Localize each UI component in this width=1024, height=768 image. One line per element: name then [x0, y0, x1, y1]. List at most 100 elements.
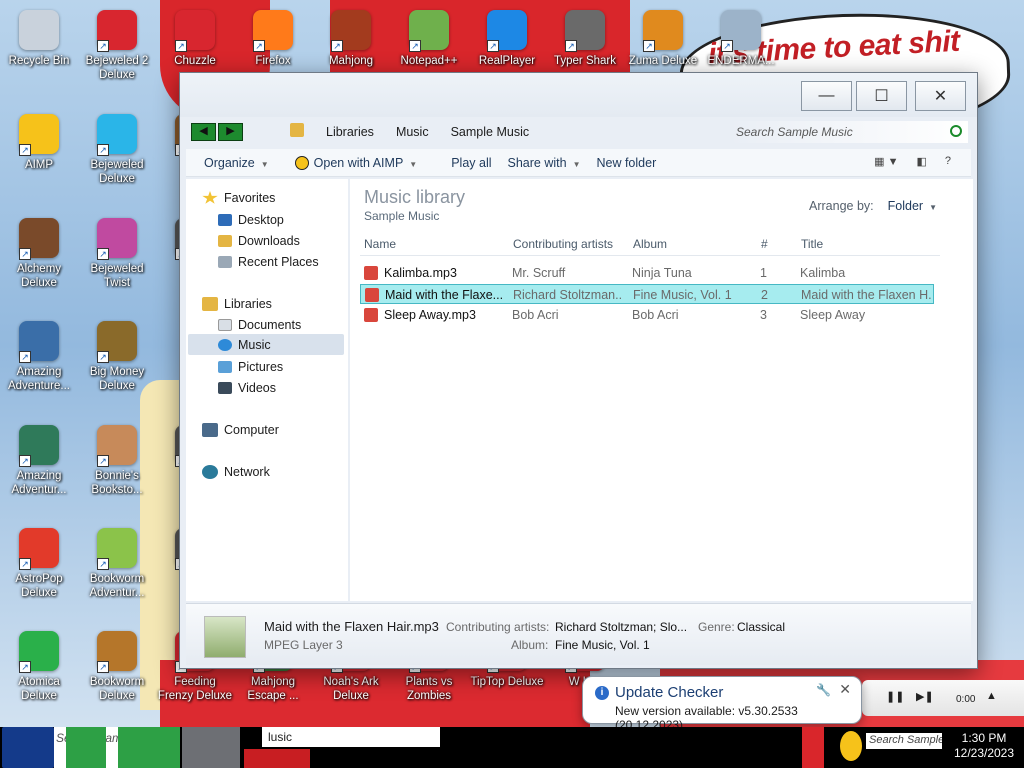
pin-icon[interactable]: 🔧: [816, 683, 831, 697]
tray-search-input[interactable]: Search Sample: [866, 733, 942, 749]
file-row-selected[interactable]: Maid with the Flaxe... Richard Stoltzman…: [360, 284, 934, 304]
cell-title: Kalimba: [800, 266, 846, 280]
nav-pictures[interactable]: Pictures: [218, 360, 283, 374]
breadcrumb-libraries[interactable]: Libraries: [326, 125, 374, 139]
aimp-tray-icon[interactable]: [840, 731, 862, 761]
desktop-icon[interactable]: ↗ Bejeweled Deluxe: [78, 114, 156, 186]
details-album-value[interactable]: Fine Music, Vol. 1: [555, 638, 650, 652]
breadcrumb-sample-music[interactable]: Sample Music: [451, 125, 530, 139]
search-icon[interactable]: [950, 125, 962, 137]
documents-icon: [218, 319, 232, 331]
taskbar-text-input[interactable]: lusic: [262, 727, 440, 747]
details-genre-value[interactable]: Classical: [737, 620, 785, 634]
star-icon: [202, 191, 218, 204]
desktop-icon-label: Chuzzle: [174, 55, 216, 67]
desktop-icon-label: Plants vs Zombies: [405, 676, 453, 702]
pause-icon[interactable]: ❚❚: [886, 690, 904, 703]
popup-close-button[interactable]: ✕: [839, 681, 851, 698]
minimize-button[interactable]: —: [801, 81, 852, 111]
column-header-name[interactable]: Name: [364, 237, 396, 251]
taskbar-app-red[interactable]: [244, 749, 310, 768]
tray-app-icon[interactable]: [802, 727, 824, 768]
organize-menu[interactable]: Organize ▼: [204, 156, 269, 170]
desktop-icon-label: Bookworm Adventur...: [89, 573, 145, 599]
nav-recent-places[interactable]: Recent Places: [218, 255, 319, 269]
column-header-album[interactable]: Album: [633, 237, 667, 251]
popup-title: Update Checker: [615, 684, 724, 701]
desktop-icon[interactable]: ↗ Bookworm Deluxe: [78, 631, 156, 703]
desktop-icon[interactable]: ↗ AstroPop Deluxe: [0, 528, 78, 600]
desktop-icon[interactable]: ↗ Firefox: [234, 10, 312, 68]
libraries-icon: [202, 297, 218, 311]
close-button[interactable]: ✕: [915, 81, 966, 111]
desktop-icon[interactable]: Recycle Bin: [0, 10, 78, 68]
share-with-menu[interactable]: Share with ▼: [508, 156, 581, 170]
forward-button[interactable]: ▶: [218, 123, 243, 141]
details-filetype: MPEG Layer 3: [264, 638, 343, 652]
desktop-icon[interactable]: ↗ Notepad++: [390, 10, 468, 68]
nav-computer[interactable]: Computer: [202, 423, 279, 437]
search-input[interactable]: Search Sample Music: [730, 121, 968, 143]
desktop-icon[interactable]: ↗ RealPlayer: [468, 10, 546, 68]
desktop-icon[interactable]: ↗ Mahjong: [312, 10, 390, 68]
shortcut-icon: ↗: [565, 10, 605, 52]
breadcrumb-music[interactable]: Music: [396, 125, 429, 139]
desktop-icon-label: Mahjong: [328, 55, 374, 67]
open-with-button[interactable]: Open with AIMP ▼: [294, 155, 417, 170]
clock-date: 12/23/2023: [953, 746, 1015, 760]
file-row[interactable]: Kalimba.mp3 Mr. Scruff Ninja Tuna 1 Kali…: [360, 263, 934, 283]
cell-album: Bob Acri: [632, 308, 679, 322]
desktop-icon[interactable]: ↗ ENDERMA...: [702, 10, 780, 68]
desktop-icon[interactable]: ↗ Typer Shark: [546, 10, 624, 68]
system-clock[interactable]: 1:30 PM 12/23/2023: [946, 731, 1022, 761]
nav-libraries[interactable]: Libraries: [202, 297, 272, 311]
desktop-icon[interactable]: ↗ Bejeweled Twist: [78, 218, 156, 290]
desktop-icon[interactable]: ↗ Atomica Deluxe: [0, 631, 78, 703]
desktop-icon[interactable]: ↗ Amazing Adventur...: [0, 425, 78, 497]
preview-pane-icon[interactable]: ◧: [916, 155, 926, 168]
desktop-icon[interactable]: ↗ Bonnie's Booksto...: [78, 425, 156, 497]
back-button[interactable]: ◀: [191, 123, 216, 141]
maximize-button[interactable]: ☐: [856, 81, 907, 111]
view-options-icon[interactable]: ▦ ▼: [874, 155, 898, 168]
nav-music[interactable]: Music: [218, 338, 271, 352]
nav-documents[interactable]: Documents: [218, 318, 301, 332]
shortcut-icon: ↗: [97, 528, 137, 570]
nav-desktop[interactable]: Desktop: [218, 213, 284, 227]
details-artists-value[interactable]: Richard Stoltzman; Slo...: [555, 620, 687, 634]
nav-downloads[interactable]: Downloads: [218, 234, 300, 248]
nav-videos[interactable]: Videos: [218, 381, 276, 395]
start-button[interactable]: [2, 727, 54, 768]
help-button[interactable]: ?: [945, 155, 951, 168]
file-row[interactable]: Sleep Away.mp3 Bob Acri Bob Acri 3 Sleep…: [360, 305, 934, 325]
desktop-icon-label: Feeding Frenzy Deluxe: [157, 676, 233, 702]
column-header-number[interactable]: #: [761, 237, 768, 251]
nav-network[interactable]: Network: [202, 465, 270, 479]
arrange-by-label: Arrange by:: [809, 199, 874, 213]
arrange-by-value[interactable]: Folder: [888, 199, 923, 213]
desktop-icon[interactable]: ↗ Alchemy Deluxe: [0, 218, 78, 290]
explorer-taskbar-icon[interactable]: [118, 727, 180, 768]
column-header-artists[interactable]: Contributing artists: [513, 237, 613, 251]
arrange-by[interactable]: Arrange by: Folder ▼: [809, 199, 937, 213]
cell-album: Ninja Tuna: [632, 266, 692, 280]
desktop-icon[interactable]: ↗ Chuzzle: [156, 10, 234, 68]
chrome-taskbar-icon[interactable]: [182, 727, 240, 768]
desktop-icon[interactable]: ↗ AIMP: [0, 114, 78, 172]
desktop-icon[interactable]: ↗ Bookworm Adventur...: [78, 528, 156, 600]
mp3-file-icon: [364, 266, 378, 280]
desktop-icon[interactable]: ↗ Big Money Deluxe: [78, 321, 156, 393]
next-track-icon[interactable]: ▶❚: [916, 690, 934, 703]
nav-favorites[interactable]: Favorites: [202, 191, 275, 205]
firefox-taskbar-icon[interactable]: [66, 727, 106, 768]
column-header-title[interactable]: Title: [801, 237, 823, 251]
play-all-button[interactable]: Play all: [451, 156, 491, 170]
new-folder-button[interactable]: New folder: [596, 156, 656, 170]
desktop-icon[interactable]: ↗ Amazing Adventure...: [0, 321, 78, 393]
desktop-icon[interactable]: ↗ Bejeweled 2 Deluxe: [78, 10, 156, 82]
volume-up-icon[interactable]: ▲: [986, 690, 997, 702]
mp3-file-icon: [364, 308, 378, 322]
details-artists-label: Contributing artists:: [446, 620, 550, 634]
shortcut-arrow-icon: ↗: [19, 661, 31, 673]
desktop-icon[interactable]: ↗ Zuma Deluxe: [624, 10, 702, 68]
